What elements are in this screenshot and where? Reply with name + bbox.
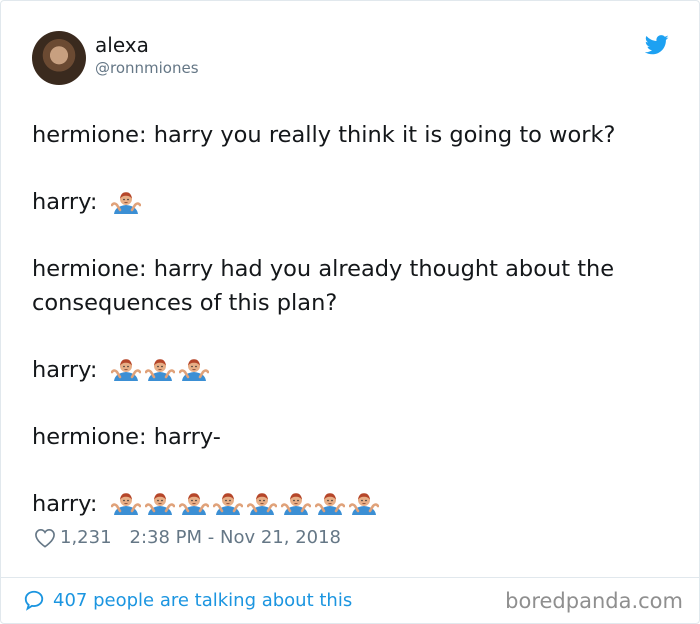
tweet-line: hermione: harry you really think it is g… xyxy=(32,119,682,153)
man-shrugging-emoji xyxy=(111,359,142,382)
man-shrugging-emoji xyxy=(349,493,380,516)
emoji-group xyxy=(111,357,210,383)
man-shrugging-emoji xyxy=(145,493,176,516)
line-text: hermione: harry you really think it is g… xyxy=(32,122,616,148)
tweet-line: harry: xyxy=(32,488,682,522)
tweet-line: harry: xyxy=(32,354,682,388)
conversation-link[interactable]: 407 people are talking about this xyxy=(23,589,352,611)
watermark: boredpanda.com xyxy=(505,589,683,613)
man-shrugging-emoji xyxy=(281,493,312,516)
emoji-group xyxy=(111,491,380,517)
line-text: consequences of this plan? xyxy=(32,289,338,316)
man-shrugging-emoji xyxy=(247,493,278,516)
timestamp[interactable]: 2:38 PM - Nov 21, 2018 xyxy=(130,527,341,548)
tweet-card: alexa @ronnmiones hermione: harry you re… xyxy=(0,0,700,624)
tweet-line: harry: xyxy=(32,186,682,220)
conversation-text[interactable]: 407 people are talking about this xyxy=(53,590,352,611)
line-text: hermione: harry- xyxy=(32,423,221,450)
line-text: harry: xyxy=(32,356,98,383)
twitter-bird-icon[interactable] xyxy=(645,35,669,55)
tweet-line: hermione: harry had you already thought … xyxy=(32,253,682,287)
speech-bubble-icon xyxy=(24,590,44,611)
line-text: harry: xyxy=(32,490,98,517)
heart-icon[interactable] xyxy=(34,528,56,548)
man-shrugging-emoji xyxy=(213,493,244,516)
man-shrugging-emoji xyxy=(179,359,210,382)
divider xyxy=(1,577,700,578)
avatar[interactable] xyxy=(32,31,86,85)
user-handle[interactable]: @ronnmiones xyxy=(95,59,199,77)
man-shrugging-emoji xyxy=(111,493,142,516)
tweet-line: hermione: harry- xyxy=(32,421,682,455)
line-text: harry: xyxy=(32,189,98,215)
emoji-group xyxy=(111,190,142,216)
man-shrugging-emoji xyxy=(111,191,142,214)
like-count[interactable]: 1,231 xyxy=(60,527,112,548)
man-shrugging-emoji xyxy=(145,359,176,382)
tweet-text: hermione: harry you really think it is g… xyxy=(32,119,682,521)
tweet-meta: 1,231 2:38 PM - Nov 21, 2018 xyxy=(34,527,341,548)
tweet-line: consequences of this plan? xyxy=(32,287,682,321)
man-shrugging-emoji xyxy=(315,493,346,516)
man-shrugging-emoji xyxy=(179,493,210,516)
line-text: hermione: harry had you already thought … xyxy=(32,256,615,282)
display-name[interactable]: alexa xyxy=(95,33,149,57)
